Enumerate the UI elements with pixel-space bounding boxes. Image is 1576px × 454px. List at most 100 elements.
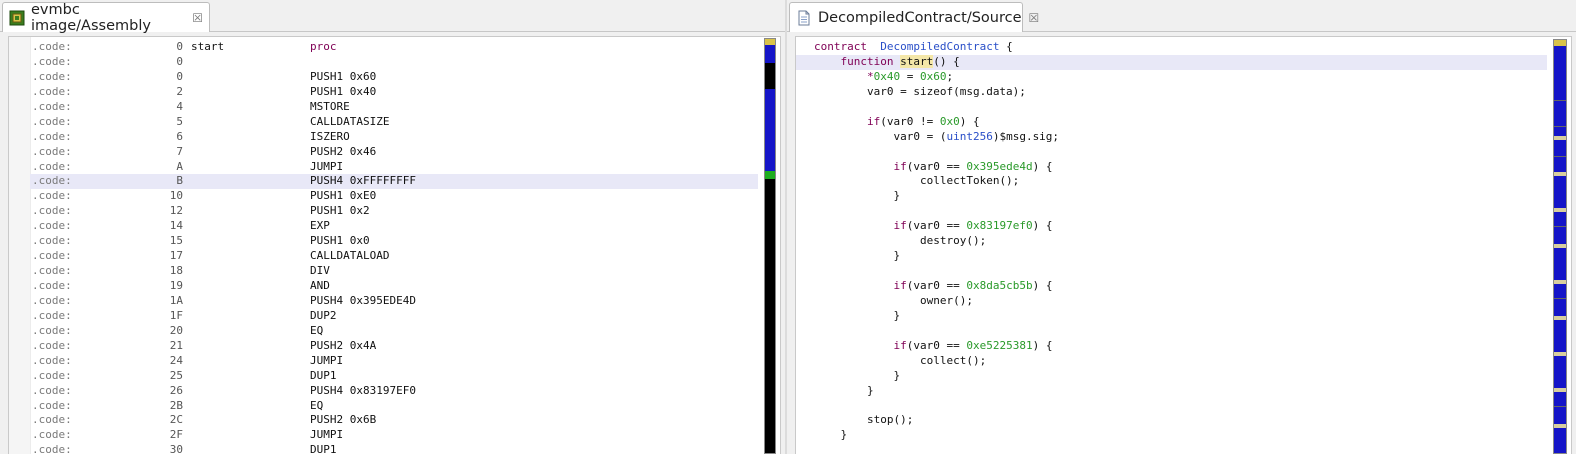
source-overview-ruler[interactable] <box>1553 39 1567 454</box>
assembly-row[interactable]: .code: 26 PUSH4 0x83197EF0 <box>30 384 758 399</box>
source-line[interactable] <box>796 399 1547 414</box>
source-line[interactable]: destroy(); <box>796 234 1547 249</box>
assembly-row[interactable]: .code: 2F JUMPI <box>30 428 758 443</box>
type-name: uint256 <box>946 129 993 143</box>
instruction: PUSH4 0x395EDE4D <box>310 293 416 307</box>
source-line[interactable]: if(var0 == 0x83197ef0) { <box>796 219 1547 234</box>
source-line[interactable]: *0x40 = 0x60; <box>796 70 1547 85</box>
source-line[interactable]: function start() { <box>796 54 1547 70</box>
source-line[interactable]: contract DecompiledContract { <box>796 40 1547 55</box>
assembly-row[interactable]: .code: 15 PUSH1 0x0 <box>30 234 758 249</box>
instruction: CALLDATASIZE <box>310 114 390 128</box>
assembly-tabbar: evmbc image/Assembly ☒ <box>0 0 785 34</box>
assembly-row[interactable]: .code: 6 ISZERO <box>30 130 758 145</box>
assembly-row[interactable]: .code: 2B EQ <box>30 399 758 414</box>
code-text: (var0 == <box>906 279 967 292</box>
address: 0 <box>176 40 183 53</box>
assembly-row[interactable]: .code: 1A PUSH4 0x395EDE4D <box>30 294 758 309</box>
source-line[interactable]: } <box>796 369 1547 384</box>
overview-separator <box>1554 156 1566 157</box>
close-icon[interactable]: ☒ <box>1029 11 1040 25</box>
source-line[interactable]: } <box>796 309 1547 324</box>
instruction: JUMPI <box>310 428 344 442</box>
assembly-row[interactable]: .code: 14 EXP <box>30 219 758 234</box>
source-line[interactable]: } <box>796 249 1547 264</box>
assembly-row[interactable]: .code: A JUMPI <box>30 160 758 175</box>
assembly-row[interactable]: .code: 5 CALLDATASIZE <box>30 115 758 130</box>
assembly-overview-ruler[interactable] <box>764 38 776 454</box>
assembly-row[interactable]: .code: 30 DUP1 <box>30 443 758 454</box>
chip-icon <box>9 10 25 25</box>
source-line[interactable] <box>796 100 1547 115</box>
source-line[interactable] <box>796 204 1547 219</box>
source-line[interactable]: owner(); <box>796 294 1547 309</box>
segment-label: .code: <box>32 159 72 173</box>
source-line[interactable]: } <box>796 428 1547 443</box>
assembly-row[interactable]: .code: 0 start proc <box>30 40 758 55</box>
assembly-row[interactable]: .code: 10 PUSH1 0xE0 <box>30 189 758 204</box>
tab-assembly[interactable]: evmbc image/Assembly ☒ <box>2 2 210 34</box>
assembly-row[interactable]: .code: 21 PUSH2 0x4A <box>30 339 758 354</box>
source-line[interactable]: if(var0 == 0x395ede4d) { <box>796 160 1547 175</box>
assembly-editor[interactable]: .code: 0 start proc .code: 0 .code: 0 PUSH1 0x60… <box>8 36 781 454</box>
instruction: DUP1 <box>310 368 337 382</box>
segment-label: .code: <box>32 353 72 367</box>
instruction: JUMPI <box>310 353 344 367</box>
source-line[interactable]: if(var0 != 0x0) { <box>796 115 1547 130</box>
overview-marker <box>765 171 775 179</box>
assembly-row[interactable]: .code: 25 DUP1 <box>30 369 758 384</box>
address: 17 <box>169 249 183 263</box>
assembly-row[interactable]: .code: 1F DUP2 <box>30 309 758 324</box>
assembly-row[interactable]: .code: 0 <box>30 55 758 70</box>
address: 18 <box>169 264 183 278</box>
assembly-row[interactable]: .code: 24 JUMPI <box>30 354 758 369</box>
segment-label: .code: <box>32 84 72 98</box>
source-line[interactable]: } <box>796 384 1547 399</box>
overview-marker <box>765 63 775 89</box>
assembly-row[interactable]: .code: 18 DIV <box>30 264 758 279</box>
assembly-row[interactable]: .code: 20 EQ <box>30 324 758 339</box>
address: 4 <box>176 99 183 113</box>
source-line[interactable] <box>796 145 1547 160</box>
assembly-row[interactable]: .code: 0 PUSH1 0x60 <box>30 70 758 85</box>
source-line[interactable]: if(var0 == 0xe5225381) { <box>796 339 1547 354</box>
source-line[interactable]: collect(); <box>796 354 1547 369</box>
source-line[interactable] <box>796 264 1547 279</box>
number-literal: 0x0 <box>939 114 960 128</box>
address: 21 <box>169 338 183 352</box>
address: 2C <box>169 413 183 427</box>
close-icon[interactable]: ☒ <box>192 11 203 25</box>
assembly-row[interactable]: .code: 2C PUSH2 0x6B <box>30 413 758 428</box>
segment-label: .code: <box>32 99 72 113</box>
assembly-vertical-ruler <box>9 37 31 454</box>
assembly-row[interactable]: .code: B PUSH4 0xFFFFFFFF <box>30 174 758 190</box>
assembly-row[interactable]: .code: 7 PUSH2 0x46 <box>30 145 758 160</box>
source-line[interactable]: stop(); <box>796 413 1547 428</box>
assembly-row[interactable]: .code: 12 PUSH1 0x2 <box>30 204 758 219</box>
source-line[interactable] <box>796 324 1547 339</box>
source-line[interactable]: var0 = (uint256)$msg.sig; <box>796 130 1547 145</box>
assembly-row[interactable]: .code: 17 CALLDATALOAD <box>30 249 758 264</box>
tab-source[interactable]: DecompiledContract/Source ☒ <box>789 2 1039 32</box>
source-editor[interactable]: contract DecompiledContract { function s… <box>795 36 1572 454</box>
address: 2F <box>169 428 183 442</box>
source-line[interactable]: collectToken(); <box>796 174 1547 189</box>
assembly-row[interactable]: .code: 4 MSTORE <box>30 100 758 115</box>
assembly-row[interactable]: .code: 19 AND <box>30 279 758 294</box>
assembly-row[interactable]: .code: 2 PUSH1 0x40 <box>30 85 758 100</box>
source-line[interactable]: var0 = sizeof(msg.data); <box>796 85 1547 100</box>
address: 19 <box>169 279 183 292</box>
source-line[interactable]: } <box>796 189 1547 204</box>
source-code[interactable]: contract DecompiledContract { function s… <box>796 40 1547 443</box>
assembly-listing[interactable]: .code: 0 start proc .code: 0 .code: 0 PUSH1 0x60… <box>30 40 758 454</box>
segment-label: .code: <box>32 204 72 218</box>
code-text: destroy(); <box>919 234 987 248</box>
tab-source-label: DecompiledContract/Source <box>818 9 1022 26</box>
source-line[interactable]: if(var0 == 0x8da5cb5b) { <box>796 279 1547 294</box>
